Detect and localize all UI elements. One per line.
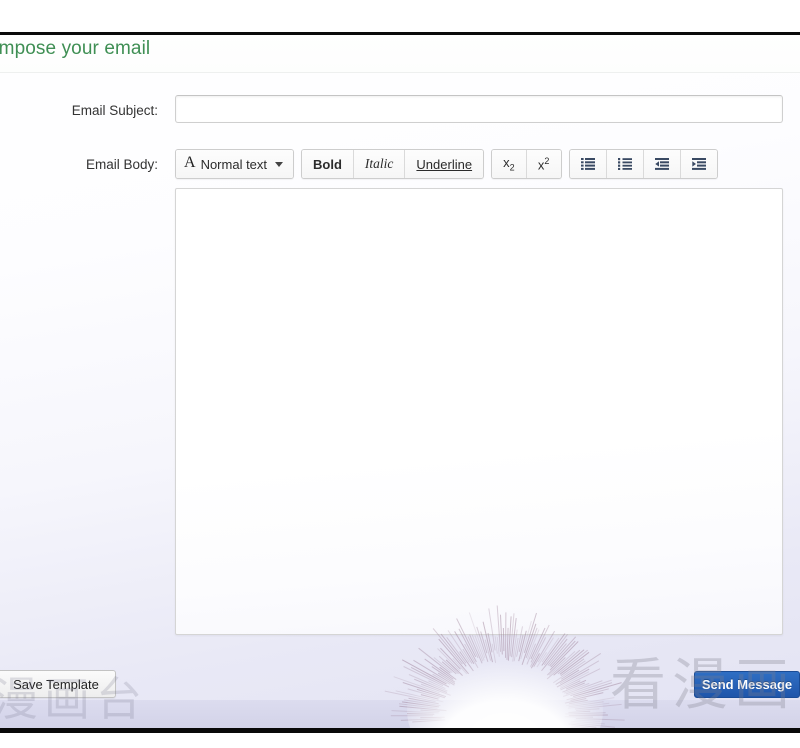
page-title: ompose your email (0, 38, 150, 60)
indent-button[interactable] (681, 150, 717, 178)
superscript-glyph: x2 (538, 157, 550, 171)
header-divider (0, 72, 800, 73)
email-body-editor[interactable] (175, 188, 783, 635)
bottom-white-strip (0, 733, 800, 748)
bulleted-list-button[interactable] (570, 150, 607, 178)
bold-button[interactable]: Bold (302, 150, 354, 178)
text-style-label: Normal text (201, 158, 267, 171)
font-style-icon: A (184, 155, 196, 171)
page-header: ompose your email (0, 0, 800, 73)
save-template-button[interactable]: Save Template (0, 670, 116, 698)
email-subject-label: Email Subject: (0, 103, 158, 118)
send-message-button[interactable]: Send Message (694, 671, 800, 698)
list-group (569, 149, 718, 179)
chevron-down-icon (275, 162, 283, 167)
editor-toolbar: A Normal text Bold Italic Underline x2 x… (175, 149, 718, 179)
italic-button[interactable]: Italic (354, 150, 406, 178)
text-style-dropdown[interactable]: A Normal text (176, 150, 293, 178)
outdent-button[interactable] (644, 150, 681, 178)
script-group: x2 x2 (491, 149, 562, 179)
bulleted-list-icon (581, 158, 595, 170)
compose-email-page: ompose your email Email Subject: Email B… (0, 0, 800, 748)
numbered-list-button[interactable] (607, 150, 644, 178)
format-group: Bold Italic Underline (301, 149, 484, 179)
indent-icon (692, 158, 706, 170)
footer-panel (0, 700, 800, 730)
numbered-list-icon (618, 158, 632, 170)
email-subject-input[interactable] (175, 95, 783, 123)
superscript-button[interactable]: x2 (527, 150, 561, 178)
top-black-bar (0, 32, 800, 35)
email-body-label: Email Body: (0, 157, 158, 172)
text-style-group: A Normal text (175, 149, 294, 179)
subscript-glyph: x2 (503, 156, 515, 173)
subscript-button[interactable]: x2 (492, 150, 527, 178)
outdent-icon (655, 158, 669, 170)
underline-button[interactable]: Underline (405, 150, 483, 178)
